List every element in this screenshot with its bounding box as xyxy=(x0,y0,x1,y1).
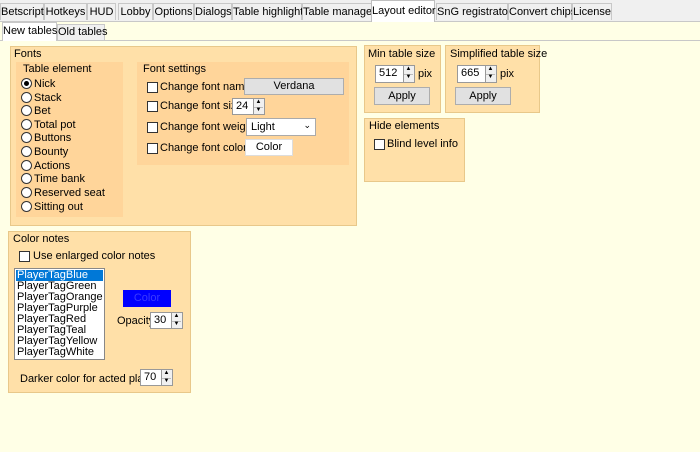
tab-lobby[interactable]: Lobby xyxy=(118,3,153,20)
chevron-down-icon: ⌄ xyxy=(303,120,311,130)
change-font-size-label: Change font size xyxy=(160,100,243,112)
radio-total-pot-label: Total pot xyxy=(34,119,76,131)
tab-layout-editor[interactable]: Layout editor xyxy=(371,0,436,22)
radio-bounty[interactable] xyxy=(21,146,32,157)
radio-actions[interactable] xyxy=(21,160,32,171)
stepper-down-icon[interactable]: ▼ xyxy=(162,378,171,386)
font-size-value: 24 xyxy=(236,100,249,112)
tab-table-highlight[interactable]: Table highlight xyxy=(232,3,303,20)
simplified-table-size-title: Simplified table size xyxy=(450,48,548,60)
opacity-label: Opacity xyxy=(117,315,155,327)
fonts-title: Fonts xyxy=(14,48,42,60)
simplified-table-size-unit: pix xyxy=(500,68,515,80)
use-enlarged-color-notes-label: Use enlarged color notes xyxy=(33,250,156,262)
content-divider xyxy=(0,40,700,41)
radio-buttons-label: Buttons xyxy=(34,132,72,144)
simplified-table-size-stepper[interactable]: 665 ▲ ▼ xyxy=(457,65,497,83)
min-table-size-stepper-arrows[interactable]: ▲ ▼ xyxy=(403,66,414,82)
tab-hotkeys[interactable]: Hotkeys xyxy=(44,3,87,20)
radio-reserved-seat[interactable] xyxy=(21,187,32,198)
darker-color-stepper[interactable]: 70 ▲ ▼ xyxy=(140,369,173,386)
stepper-down-icon[interactable]: ▼ xyxy=(486,74,495,82)
radio-bounty-label: Bounty xyxy=(34,146,69,158)
tab-betscript[interactable]: Betscript xyxy=(0,3,44,20)
font-size-stepper[interactable]: 24 ▲ ▼ xyxy=(232,98,265,115)
change-font-color-checkbox[interactable] xyxy=(147,143,158,154)
font-weight-select[interactable]: Light ⌄ xyxy=(246,118,316,136)
font-settings-title: Font settings xyxy=(143,63,206,75)
min-table-size-value: 512 xyxy=(379,67,398,79)
darker-color-stepper-arrows[interactable]: ▲ ▼ xyxy=(161,370,172,385)
tab-hud[interactable]: HUD xyxy=(87,3,116,20)
simplified-table-apply-button[interactable]: Apply xyxy=(455,87,511,105)
radio-sitting-out-label: Sitting out xyxy=(34,201,83,213)
radio-reserved-seat-label: Reserved seat xyxy=(34,187,105,199)
min-table-size-unit: pix xyxy=(418,68,433,80)
radio-nick-label: Nick xyxy=(34,78,56,90)
color-swatch-button[interactable]: Color xyxy=(123,290,171,307)
opacity-stepper[interactable]: 30 ▲ ▼ xyxy=(150,312,183,329)
color-notes-list[interactable]: PlayerTagBlue PlayerTagGreen PlayerTagOr… xyxy=(14,268,105,360)
radio-buttons[interactable] xyxy=(21,132,32,143)
radio-time-bank-label: Time bank xyxy=(34,173,85,185)
color-notes-title: Color notes xyxy=(13,233,70,245)
opacity-stepper-arrows[interactable]: ▲ ▼ xyxy=(171,313,182,328)
radio-bet-label: Bet xyxy=(34,105,51,117)
change-font-name-label: Change font name xyxy=(160,81,251,93)
main-tab-bar: Betscript Hotkeys HUD Lobby Options Dial… xyxy=(0,0,700,22)
stepper-down-icon[interactable]: ▼ xyxy=(172,321,181,329)
tab-convert-chips[interactable]: Convert chips xyxy=(508,3,576,20)
radio-sitting-out[interactable] xyxy=(21,201,32,212)
font-weight-value: Light xyxy=(251,121,275,133)
list-item[interactable]: PlayerTagWhite xyxy=(16,347,103,358)
min-table-apply-button[interactable]: Apply xyxy=(374,87,430,105)
simplified-table-size-stepper-arrows[interactable]: ▲ ▼ xyxy=(485,66,496,82)
font-name-button[interactable]: Verdana xyxy=(244,78,344,95)
change-font-weight-label: Change font weight xyxy=(160,121,255,133)
hide-elements-title: Hide elements xyxy=(369,120,440,132)
tab-license[interactable]: License xyxy=(572,3,612,20)
change-font-name-checkbox[interactable] xyxy=(147,82,158,93)
stepper-down-icon[interactable]: ▼ xyxy=(404,74,413,82)
radio-total-pot[interactable] xyxy=(21,119,32,130)
tab-table-manager[interactable]: Table manager xyxy=(302,3,376,20)
radio-bet[interactable] xyxy=(21,105,32,116)
tab-options[interactable]: Options xyxy=(153,3,194,20)
use-enlarged-color-notes-checkbox[interactable] xyxy=(19,251,30,262)
tab-sng-registrator[interactable]: SnG registrator xyxy=(436,3,512,20)
darker-color-label: Darker color for acted player xyxy=(20,373,159,385)
change-font-size-checkbox[interactable] xyxy=(147,101,158,112)
radio-time-bank[interactable] xyxy=(21,173,32,184)
font-color-button[interactable]: Color xyxy=(245,139,293,156)
radio-stack-label: Stack xyxy=(34,92,62,104)
darker-color-value: 70 xyxy=(144,371,157,383)
blind-level-info-label: Blind level info xyxy=(387,138,458,150)
tab-dialogs[interactable]: Dialogs xyxy=(194,3,232,20)
change-font-weight-checkbox[interactable] xyxy=(147,122,158,133)
change-font-color-label: Change font color xyxy=(160,142,247,154)
subtab-new-tables[interactable]: New tables xyxy=(2,22,57,41)
opacity-value: 30 xyxy=(154,314,167,326)
font-size-stepper-arrows[interactable]: ▲ ▼ xyxy=(253,99,264,114)
min-table-size-stepper[interactable]: 512 ▲ ▼ xyxy=(375,65,415,83)
min-table-size-title: Min table size xyxy=(368,48,436,60)
radio-nick[interactable] xyxy=(21,78,32,89)
stepper-down-icon[interactable]: ▼ xyxy=(254,107,263,115)
table-element-title: Table element xyxy=(23,63,92,75)
radio-actions-label: Actions xyxy=(34,160,71,172)
simplified-table-size-value: 665 xyxy=(461,67,480,79)
radio-stack[interactable] xyxy=(21,92,32,103)
blind-level-info-checkbox[interactable] xyxy=(374,139,385,150)
subtab-old-tables[interactable]: Old tables xyxy=(57,24,108,40)
